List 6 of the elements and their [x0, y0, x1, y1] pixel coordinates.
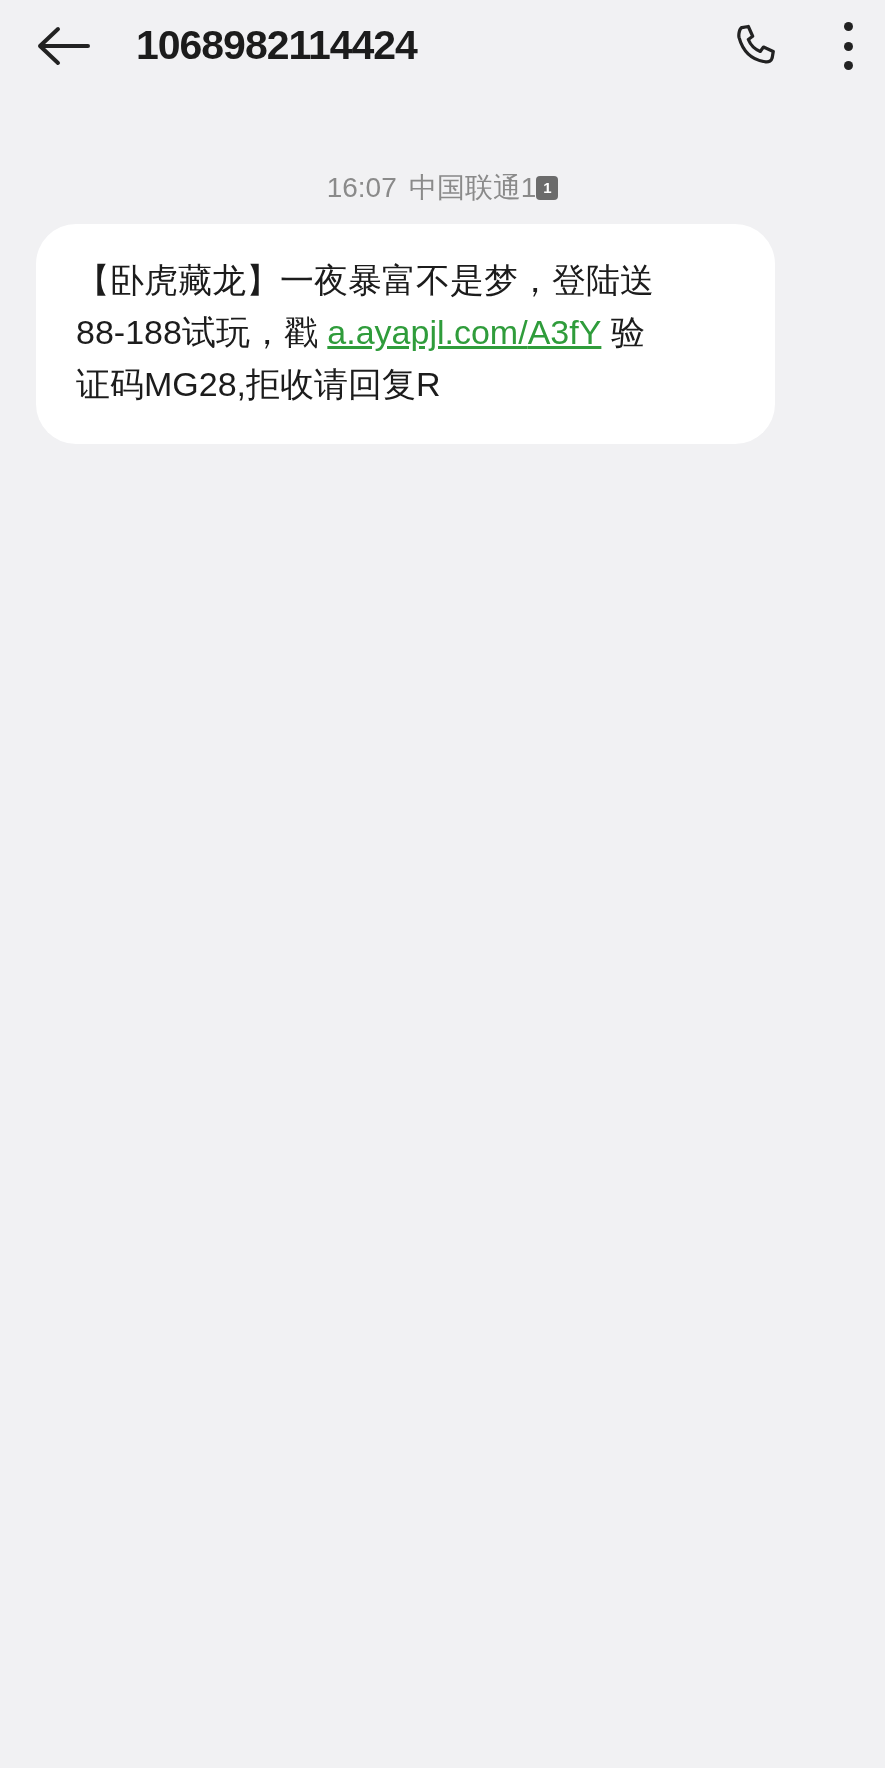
message-text: 【卧虎藏龙】一夜暴富不是梦，登陆送88-188试玩，戳 a.ayapjl.com/A3fY 验证码MG28,拒收请回复R	[76, 260, 655, 405]
contact-number: 1068982114424	[136, 21, 417, 71]
carrier-name: 中国联通1	[408, 171, 537, 205]
message-link[interactable]: a.ayapjl.com/	[327, 313, 528, 351]
message-time: 16:07	[326, 171, 397, 205]
sim-badge: 1	[536, 176, 559, 200]
